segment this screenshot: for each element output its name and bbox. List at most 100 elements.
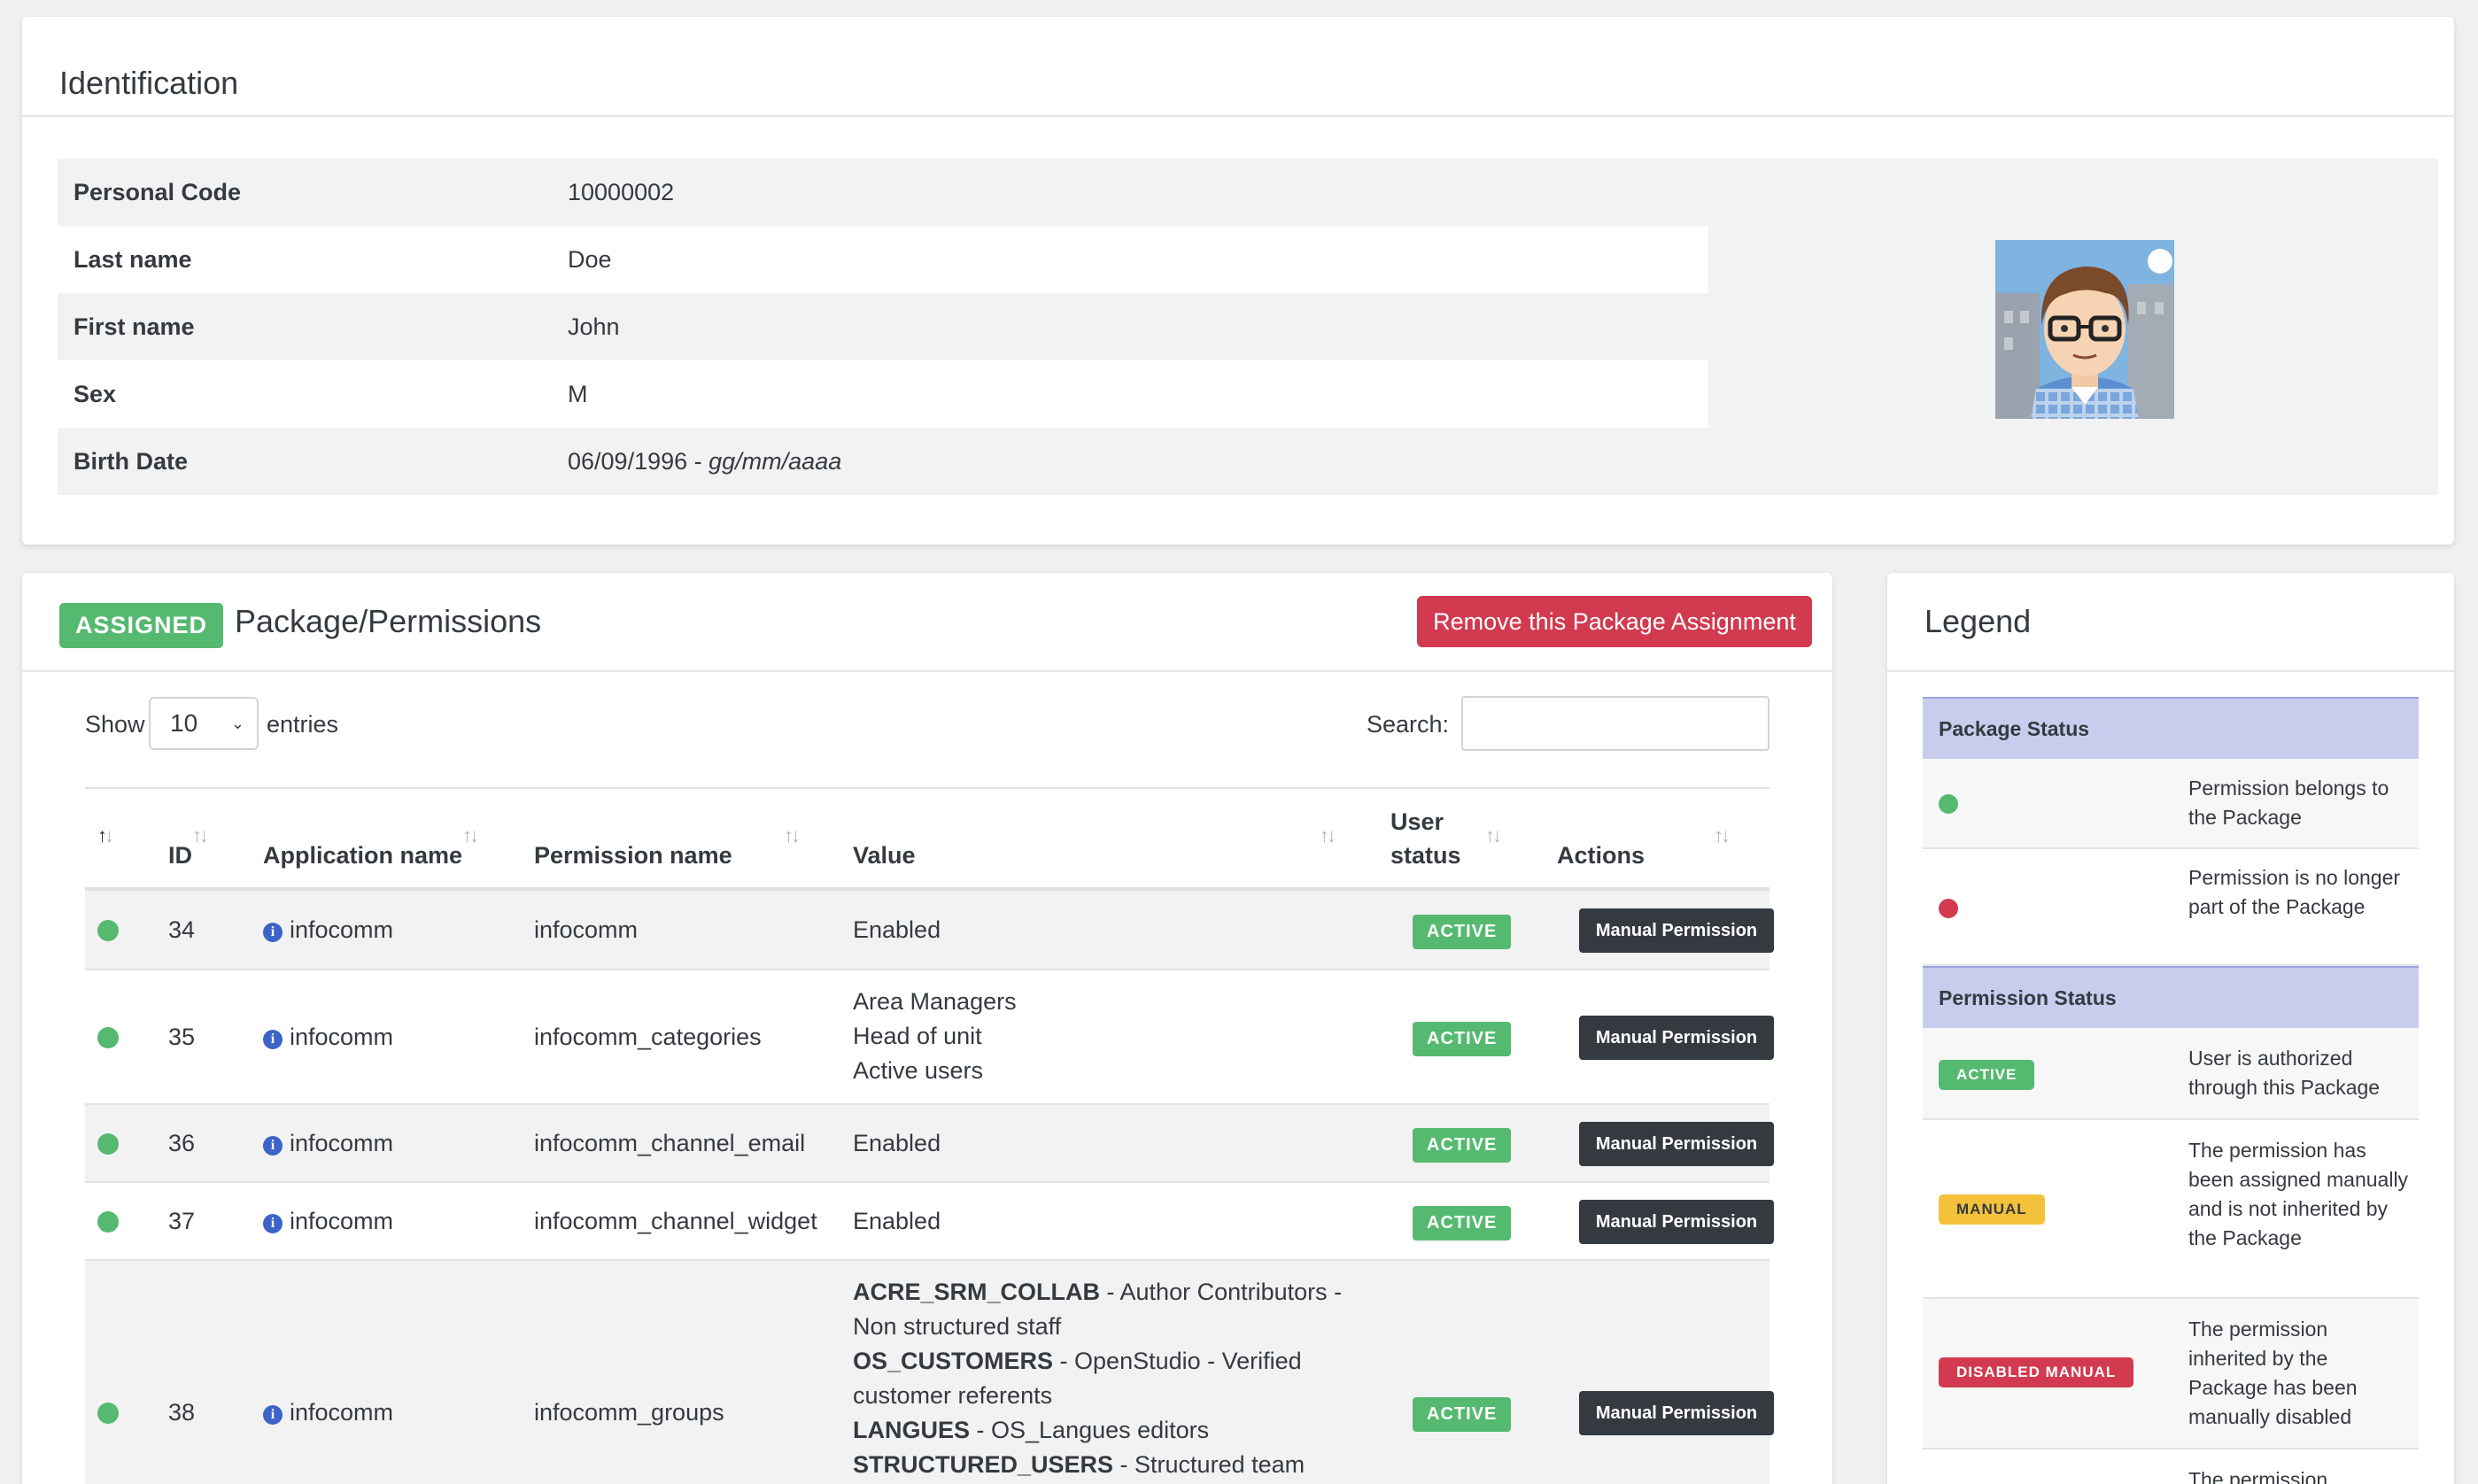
row-permission: infocomm_categories (534, 1024, 762, 1050)
disabled-manual-status-badge: DISABLED MANUAL (1939, 1357, 2134, 1387)
row-permission: infocomm_channel_widget (534, 1208, 817, 1234)
manual-permission-button[interactable]: Manual Permission (1579, 1391, 1774, 1435)
info-icon[interactable]: i (263, 1030, 283, 1049)
user-avatar (1995, 240, 2174, 419)
row-id: 38 (168, 1399, 196, 1426)
identification-panel: Personal Code 10000002 Last name Doe Fir… (58, 158, 2438, 495)
show-label: Show (85, 711, 145, 738)
sort-user-status-column[interactable]: ↑↓ (1485, 824, 1502, 847)
ident-value: M (568, 381, 588, 407)
assigned-status-badge: ASSIGNED (59, 603, 224, 648)
table-row: 37 i infocomm infocomm_channel_widget Ena… (85, 1183, 1774, 1261)
row-application: i infocomm (263, 1020, 393, 1055)
chevron-down-icon: ⌄ (230, 715, 244, 732)
package-title: Package/Permissions (235, 603, 542, 639)
ident-label: First name (74, 313, 195, 340)
remove-package-assignment-button[interactable]: Remove this Package Assignment (1417, 596, 1812, 647)
sort-value-column[interactable]: ↑↓ (1320, 824, 1336, 847)
row-id: 34 (168, 916, 196, 943)
entries-select-value: 10 (170, 709, 198, 737)
ident-label: Personal Code (74, 179, 242, 205)
package-status-dot (97, 920, 119, 941)
manual-status-badge: MANUAL (1939, 1194, 2045, 1225)
ident-label: Last name (74, 246, 192, 273)
row-permission: infocomm_groups (534, 1399, 724, 1426)
sort-actions-column[interactable]: ↑↓ (1714, 824, 1731, 847)
col-header-user-status-line2: status (1390, 842, 1461, 869)
manual-permission-button[interactable]: Manual Permission (1579, 908, 1774, 953)
avatar-illustration (1995, 240, 2174, 419)
col-header-permission-name[interactable]: Permission name (534, 839, 732, 872)
row-id: 37 (168, 1208, 196, 1234)
row-id: 36 (168, 1130, 196, 1156)
row-permission: infocomm_channel_email (534, 1130, 806, 1156)
package-permissions-card: ASSIGNED Package/Permissions Remove this… (22, 573, 1832, 1484)
identification-header: Identification (22, 17, 2454, 117)
ident-row-first-name: First name John (58, 293, 1708, 360)
ident-label: Sex (74, 381, 117, 407)
user-status-badge: ACTIVE (1413, 1397, 1512, 1432)
table-row: 34 i infocomm infocomm Enabled ACTIVE Man… (85, 891, 1774, 970)
info-icon[interactable]: i (263, 1136, 283, 1156)
search-label: Search: (1367, 711, 1450, 738)
user-status-badge: ACTIVE (1413, 915, 1512, 949)
table-row: 36 i infocomm infocomm_channel_email Enab… (85, 1105, 1774, 1183)
ident-value: 06/09/1996 - gg/mm/aaaa (568, 428, 841, 495)
manual-permission-button[interactable]: Manual Permission (1579, 1200, 1774, 1244)
sort-permission-column[interactable]: ↑↓ (784, 824, 801, 847)
legend-card: Legend Package Status Permission belongs… (1887, 573, 2454, 1484)
info-icon[interactable]: i (263, 1405, 283, 1425)
green-status-dot (1939, 794, 1958, 814)
entries-per-page-select[interactable]: 10 ⌄ (149, 697, 259, 750)
identification-title: Identification (59, 65, 239, 101)
row-value: Enabled (853, 1130, 941, 1156)
legend-desc: User is authorized through this Package (2188, 1047, 2381, 1099)
legend-row: MANUAL The permission has been assigned … (1923, 1120, 2419, 1299)
active-status-badge: ACTIVE (1939, 1060, 2035, 1090)
ident-row-last-name: Last name Doe (58, 226, 1708, 293)
user-status-badge: ACTIVE (1413, 1128, 1512, 1163)
row-application: i infocomm (263, 1395, 393, 1430)
legend-permission-status-header: Permission Status (1923, 966, 2419, 1028)
search-input[interactable] (1461, 696, 1769, 751)
legend-desc: The permission has been assigned manuall… (2188, 1139, 2409, 1249)
col-header-user-status[interactable]: User status (1390, 805, 1461, 872)
table-row: 38 i infocomm infocomm_groups ACRE_SRM_CO… (85, 1261, 1774, 1484)
sort-application-column[interactable]: ↑↓ (462, 824, 479, 847)
package-header: ASSIGNED Package/Permissions Remove this… (22, 573, 1832, 672)
col-header-id[interactable]: ID (168, 839, 192, 872)
ident-value: John (568, 313, 620, 340)
ident-row-personal-code: Personal Code 10000002 (58, 158, 1708, 226)
col-header-application-name[interactable]: Application name (263, 839, 462, 872)
sort-id-column[interactable]: ↑↓ (192, 824, 209, 847)
birth-date-value: 06/09/1996 - (568, 448, 702, 475)
ident-value: Doe (568, 246, 612, 273)
sort-status-column[interactable]: ↑↓ (97, 824, 114, 847)
legend-desc: The permission (2188, 1468, 2328, 1484)
info-icon[interactable]: i (263, 923, 283, 942)
package-status-dot (97, 1027, 119, 1048)
legend-row: The permission (1923, 1449, 2419, 1484)
table-row: 35 i infocomm infocomm_categories Area Ma… (85, 970, 1774, 1105)
row-value: Enabled (853, 1208, 941, 1234)
row-id: 35 (168, 1024, 196, 1050)
col-header-actions[interactable]: Actions (1557, 839, 1645, 872)
manual-permission-button[interactable]: Manual Permission (1579, 1122, 1774, 1166)
manual-permission-button[interactable]: Manual Permission (1579, 1016, 1774, 1060)
legend-row: DISABLED MANUAL The permission inherited… (1923, 1299, 2419, 1449)
row-value: Area Managers Head of unit Active users (853, 988, 1017, 1084)
legend-desc: The permission inherited by the Package … (2188, 1318, 2358, 1428)
col-header-value[interactable]: Value (853, 839, 916, 872)
legend-row: Permission is no longer part of the Pack… (1923, 849, 2419, 966)
legend-desc: Permission is no longer part of the Pack… (2188, 866, 2401, 918)
legend-title: Legend (1924, 603, 2032, 639)
legend-header: Legend (1887, 573, 2454, 672)
entries-label: entries (267, 711, 339, 738)
ident-row-birth-date: Birth Date 06/09/1996 - gg/mm/aaaa (58, 428, 1708, 495)
ident-row-sex: Sex M (58, 360, 1708, 428)
legend-desc: Permission belongs to the Package (2188, 777, 2389, 829)
info-icon[interactable]: i (263, 1214, 283, 1233)
legend-row: Permission belongs to the Package (1923, 759, 2419, 849)
legend-row: ACTIVE User is authorized through this P… (1923, 1028, 2419, 1120)
row-permission: infocomm (534, 916, 639, 943)
